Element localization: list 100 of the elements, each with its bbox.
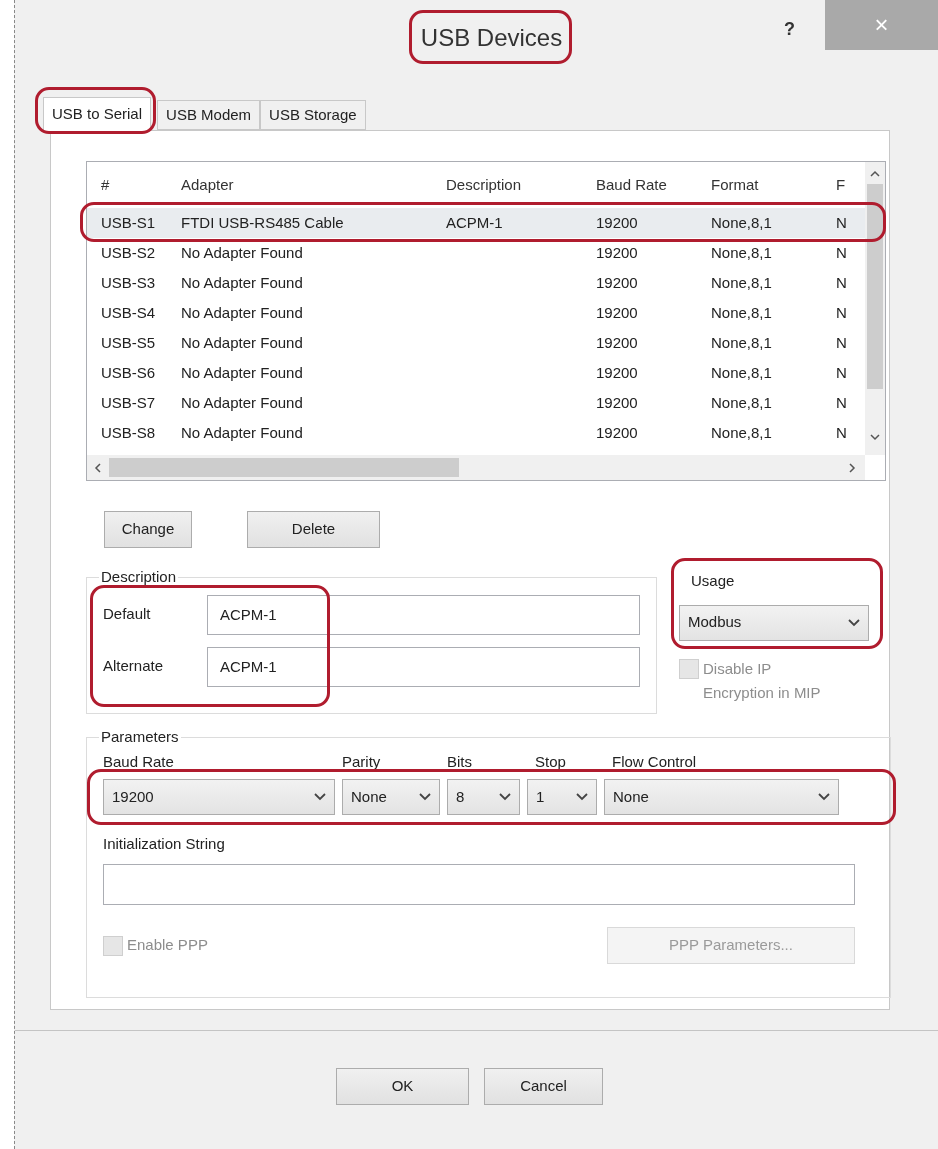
table-cell: USB-S6 — [101, 363, 156, 381]
text-field[interactable] — [103, 863, 855, 905]
scrollbar-thumb[interactable] — [867, 184, 883, 389]
table-cell: No Adapter Found — [181, 393, 303, 411]
chevron-down-icon — [499, 793, 511, 801]
field-label: Flow Control — [612, 752, 697, 770]
table-cell: USB-S1 — [101, 213, 156, 231]
list-row[interactable]: USB-S5 No Adapter Found 19200 None,8,1 N — [87, 328, 865, 358]
table-cell: No Adapter Found — [181, 243, 303, 261]
table-cell: 19200 — [596, 303, 638, 321]
table-cell: None,8,1 — [711, 393, 772, 411]
tab[interactable]: USB to Serial — [43, 97, 152, 131]
dropdown[interactable]: 8 — [447, 779, 520, 815]
table-cell: N — [836, 363, 847, 381]
column-header[interactable]: F — [836, 173, 865, 197]
table-cell: None,8,1 — [711, 243, 772, 261]
chevron-down-icon — [848, 618, 860, 627]
table-cell: USB-S4 — [101, 303, 156, 321]
table-cell: USB-S5 — [101, 333, 156, 351]
table-cell: 19200 — [596, 423, 638, 441]
tab[interactable]: USB Modem — [157, 100, 261, 130]
column-header[interactable]: Description — [446, 173, 596, 197]
column-header[interactable]: Adapter — [181, 173, 446, 197]
table-cell: N — [836, 243, 847, 261]
list-row[interactable]: USB-S1 FTDI USB-RS485 Cable ACPM-1 19200 None,8,1 N — [87, 208, 865, 238]
dropdown[interactable]: None — [604, 779, 839, 815]
checkbox-label: Enable PPP — [127, 934, 208, 955]
field-label: Stop — [535, 752, 566, 770]
table-cell: None,8,1 — [711, 213, 772, 231]
table-cell: 19200 — [596, 393, 638, 411]
group-label: Parameters — [100, 727, 180, 747]
column-header[interactable]: # — [101, 173, 181, 197]
change-button[interactable]: Change — [104, 511, 192, 548]
table-cell: N — [836, 393, 847, 411]
table-cell: No Adapter Found — [181, 273, 303, 291]
window-title: USB Devices — [420, 24, 563, 51]
delete-button[interactable]: Delete — [247, 511, 380, 548]
table-cell: No Adapter Found — [181, 333, 303, 351]
list-row[interactable]: USB-S8 No Adapter Found 19200 None,8,1 N — [87, 418, 865, 448]
column-header[interactable]: Baud Rate — [596, 173, 711, 197]
table-cell: USB-S3 — [101, 273, 156, 291]
horizontal-scrollbar[interactable] — [87, 455, 865, 480]
table-cell: N — [836, 423, 847, 441]
table-cell: None,8,1 — [711, 333, 772, 351]
table-cell: USB-S7 — [101, 393, 156, 411]
scroll-right-icon[interactable] — [849, 463, 856, 473]
chevron-down-icon — [419, 793, 431, 801]
table-cell: No Adapter Found — [181, 363, 303, 381]
list-row[interactable]: USB-S6 No Adapter Found 19200 None,8,1 N — [87, 358, 865, 388]
field-label: Bits — [447, 752, 472, 770]
tab[interactable]: USB Storage — [260, 100, 366, 130]
list-row[interactable]: USB-S3 No Adapter Found 19200 None,8,1 N — [87, 268, 865, 298]
table-cell: None,8,1 — [711, 363, 772, 381]
table-cell: FTDI USB-RS485 Cable — [181, 213, 344, 231]
field-label: Parity — [342, 752, 381, 770]
scrollbar-thumb[interactable] — [109, 458, 459, 477]
table-cell: No Adapter Found — [181, 303, 303, 321]
table-cell: None,8,1 — [711, 423, 772, 441]
column-header[interactable]: Format — [711, 173, 836, 197]
field-label: Initialization String — [103, 835, 225, 852]
table-cell: 19200 — [596, 243, 638, 261]
table-cell: USB-S2 — [101, 243, 156, 261]
table-cell: N — [836, 333, 847, 351]
dropdown[interactable]: Modbus — [679, 604, 869, 641]
field-label: Default — [103, 604, 152, 625]
help-button[interactable]: ? — [784, 16, 795, 43]
table-cell: 19200 — [596, 333, 638, 351]
chevron-down-icon — [314, 793, 326, 801]
table-cell: 19200 — [596, 213, 638, 231]
vertical-scrollbar[interactable] — [865, 162, 885, 455]
table-cell: 19200 — [596, 363, 638, 381]
table-cell: 19200 — [596, 273, 638, 291]
field-label: Baud Rate — [103, 752, 174, 770]
dropdown[interactable]: None — [342, 779, 440, 815]
table-cell: N — [836, 213, 847, 231]
chevron-down-icon — [818, 793, 830, 801]
field-label: Usage — [691, 571, 736, 591]
dropdown[interactable]: 19200 — [103, 779, 335, 815]
table-cell: N — [836, 273, 847, 291]
list-row[interactable]: USB-S2 No Adapter Found 19200 None,8,1 N — [87, 238, 865, 268]
cancel-button[interactable]: Cancel — [484, 1068, 603, 1105]
list-row[interactable]: USB-S7 No Adapter Found 19200 None,8,1 N — [87, 388, 865, 418]
group-label: Description — [100, 567, 178, 587]
table-cell: N — [836, 303, 847, 321]
table-cell: No Adapter Found — [181, 423, 303, 441]
text-field[interactable]: ACPM-1 — [207, 646, 640, 687]
list-row[interactable]: USB-S4 No Adapter Found 19200 None,8,1 N — [87, 298, 865, 328]
field-label: Alternate — [103, 656, 165, 677]
text-field[interactable]: ACPM-1 — [207, 594, 640, 635]
scroll-left-icon[interactable] — [94, 463, 101, 473]
dropdown[interactable]: 1 — [527, 779, 597, 815]
chevron-down-icon — [576, 793, 588, 801]
scroll-down-icon[interactable] — [870, 434, 880, 441]
table-cell: None,8,1 — [711, 273, 772, 291]
checkbox-label: Disable IP Encryption in MIP — [703, 658, 822, 703]
table-cell: USB-S8 — [101, 423, 156, 441]
table-cell: ACPM-1 — [446, 213, 503, 231]
ok-button[interactable]: OK — [336, 1068, 469, 1105]
scroll-up-icon[interactable] — [870, 170, 880, 177]
table-cell: None,8,1 — [711, 303, 772, 321]
